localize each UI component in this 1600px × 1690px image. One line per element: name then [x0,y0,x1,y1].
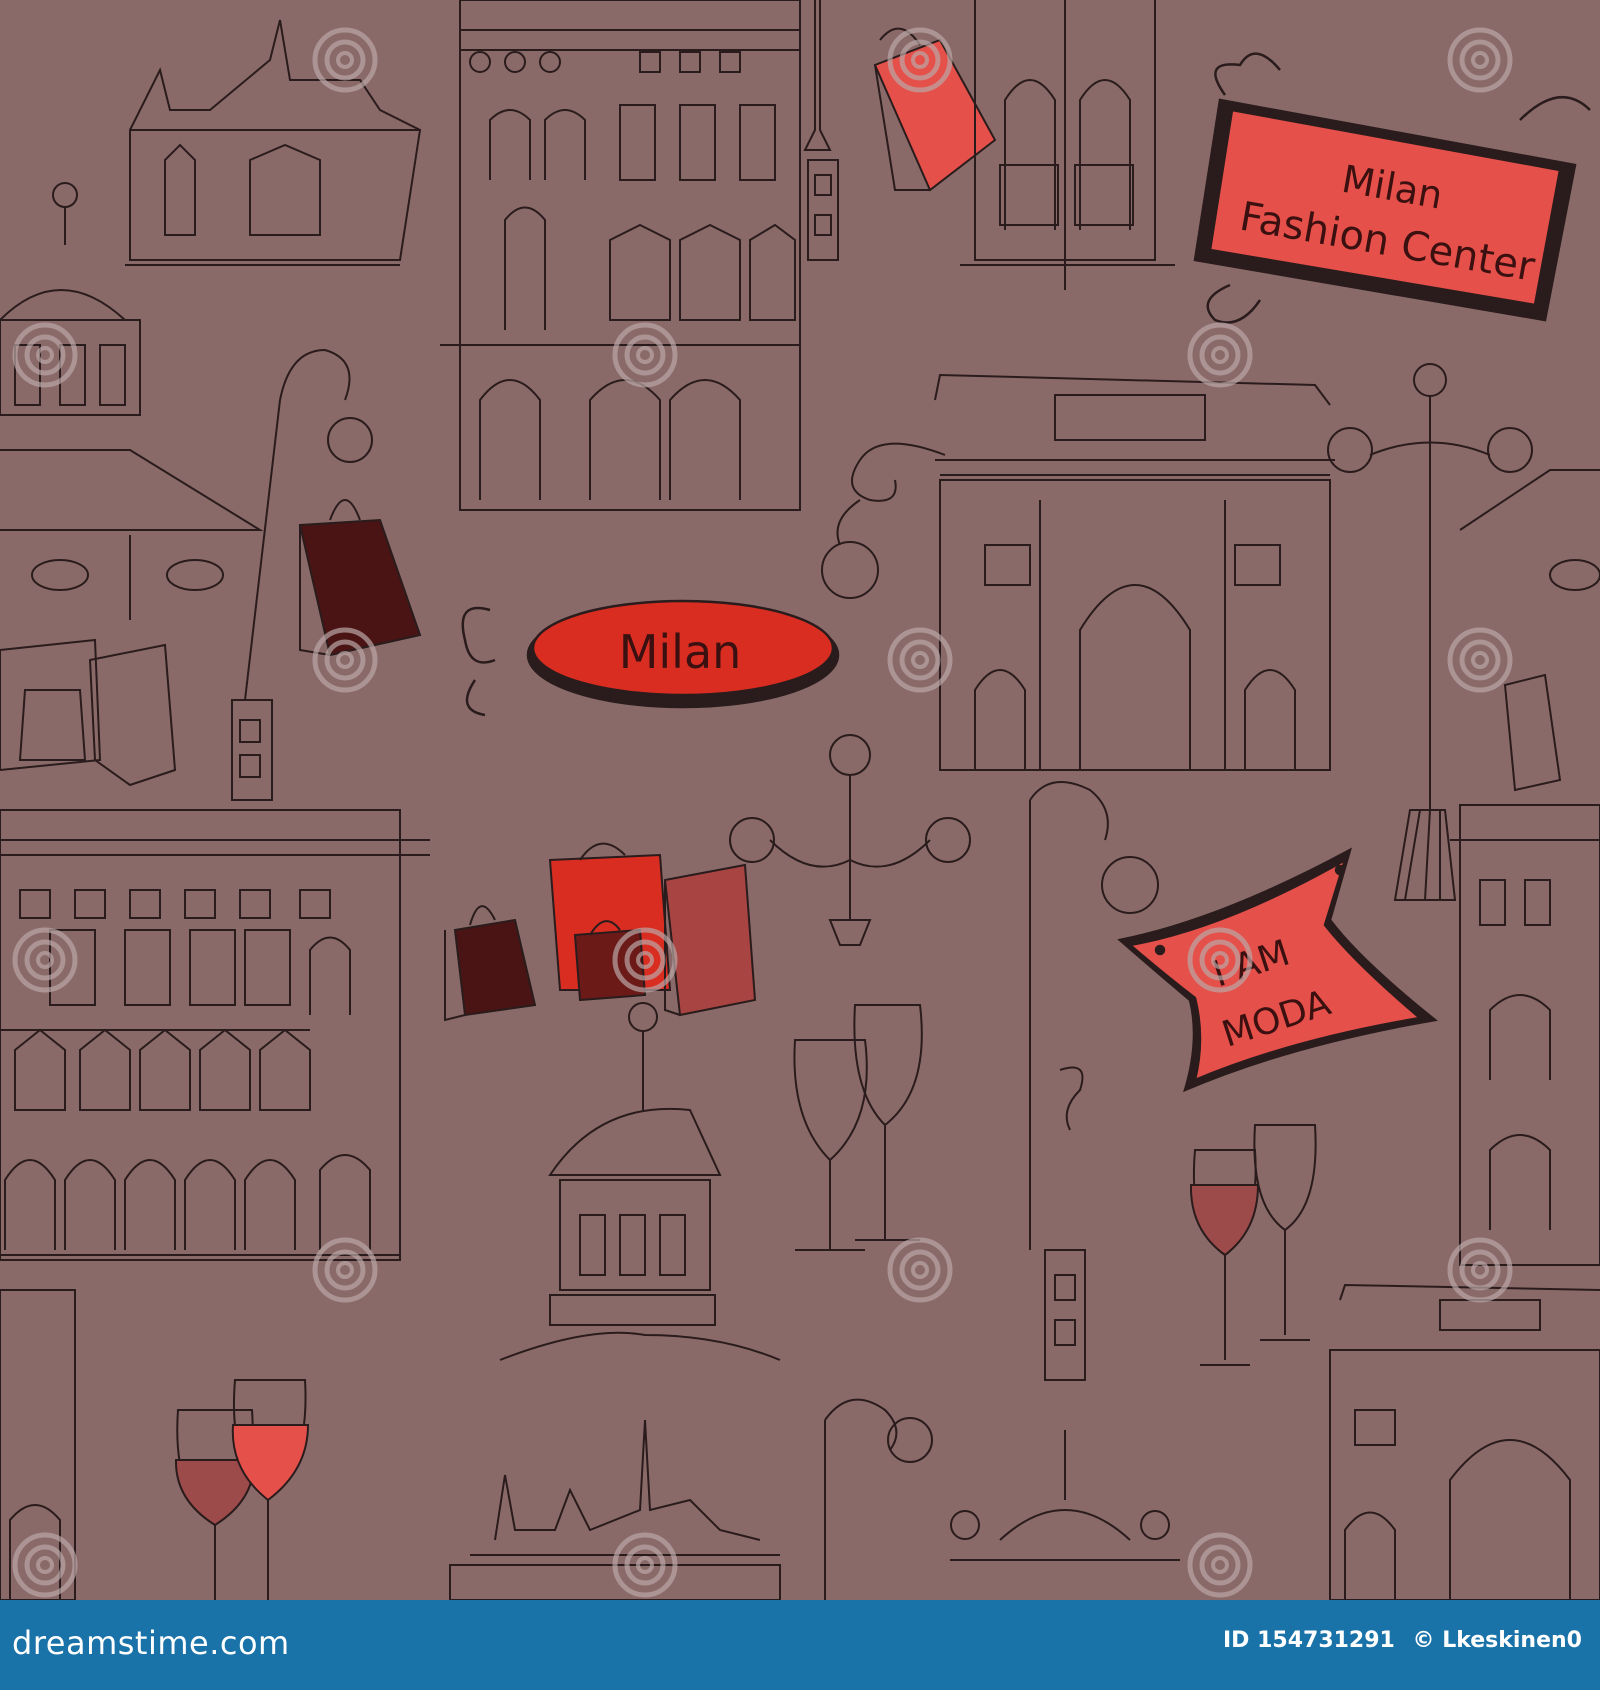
arch-gate-icon [934,373,1335,771]
shopping-bag-icon [0,499,422,787]
wine-glass-icon [793,1004,923,1251]
building-icon [449,1398,1180,1600]
street-lamp-icon [1327,363,1533,901]
dome-tower-icon [499,1002,781,1361]
footer-author: © Lkeskinen0 [1412,1628,1582,1653]
building-icon [1450,469,1600,1266]
wine-glass-icon [174,1379,310,1600]
footer-site-name: dreamstime.com [12,1624,290,1662]
wine-glass-icon [1189,1124,1317,1366]
footer-image-id: ID 154731291 [1222,1628,1395,1653]
building-icon [960,0,1175,290]
arch-gate-icon [1329,1283,1600,1600]
watermark-footer-bar: dreamstime.com ID 154731291 © Lkeskinen0 [0,1600,1600,1690]
milan-pattern-illustration: Milan Fashion Center Milan I AM MODA [0,0,1600,1600]
building-icon [0,809,430,1261]
street-lamp-icon [729,734,971,946]
street-lamp-icon [803,0,839,261]
street-lamp-icon [1029,781,1159,1381]
milan-oval-sign-text: Milan [619,625,742,679]
footer-meta: ID 154731291 © Lkeskinen0 [1213,1628,1582,1653]
building-icon [0,1289,76,1600]
building-icon [440,0,801,511]
shopping-bag-icon [444,842,757,1022]
street-lamp-icon [821,442,946,599]
